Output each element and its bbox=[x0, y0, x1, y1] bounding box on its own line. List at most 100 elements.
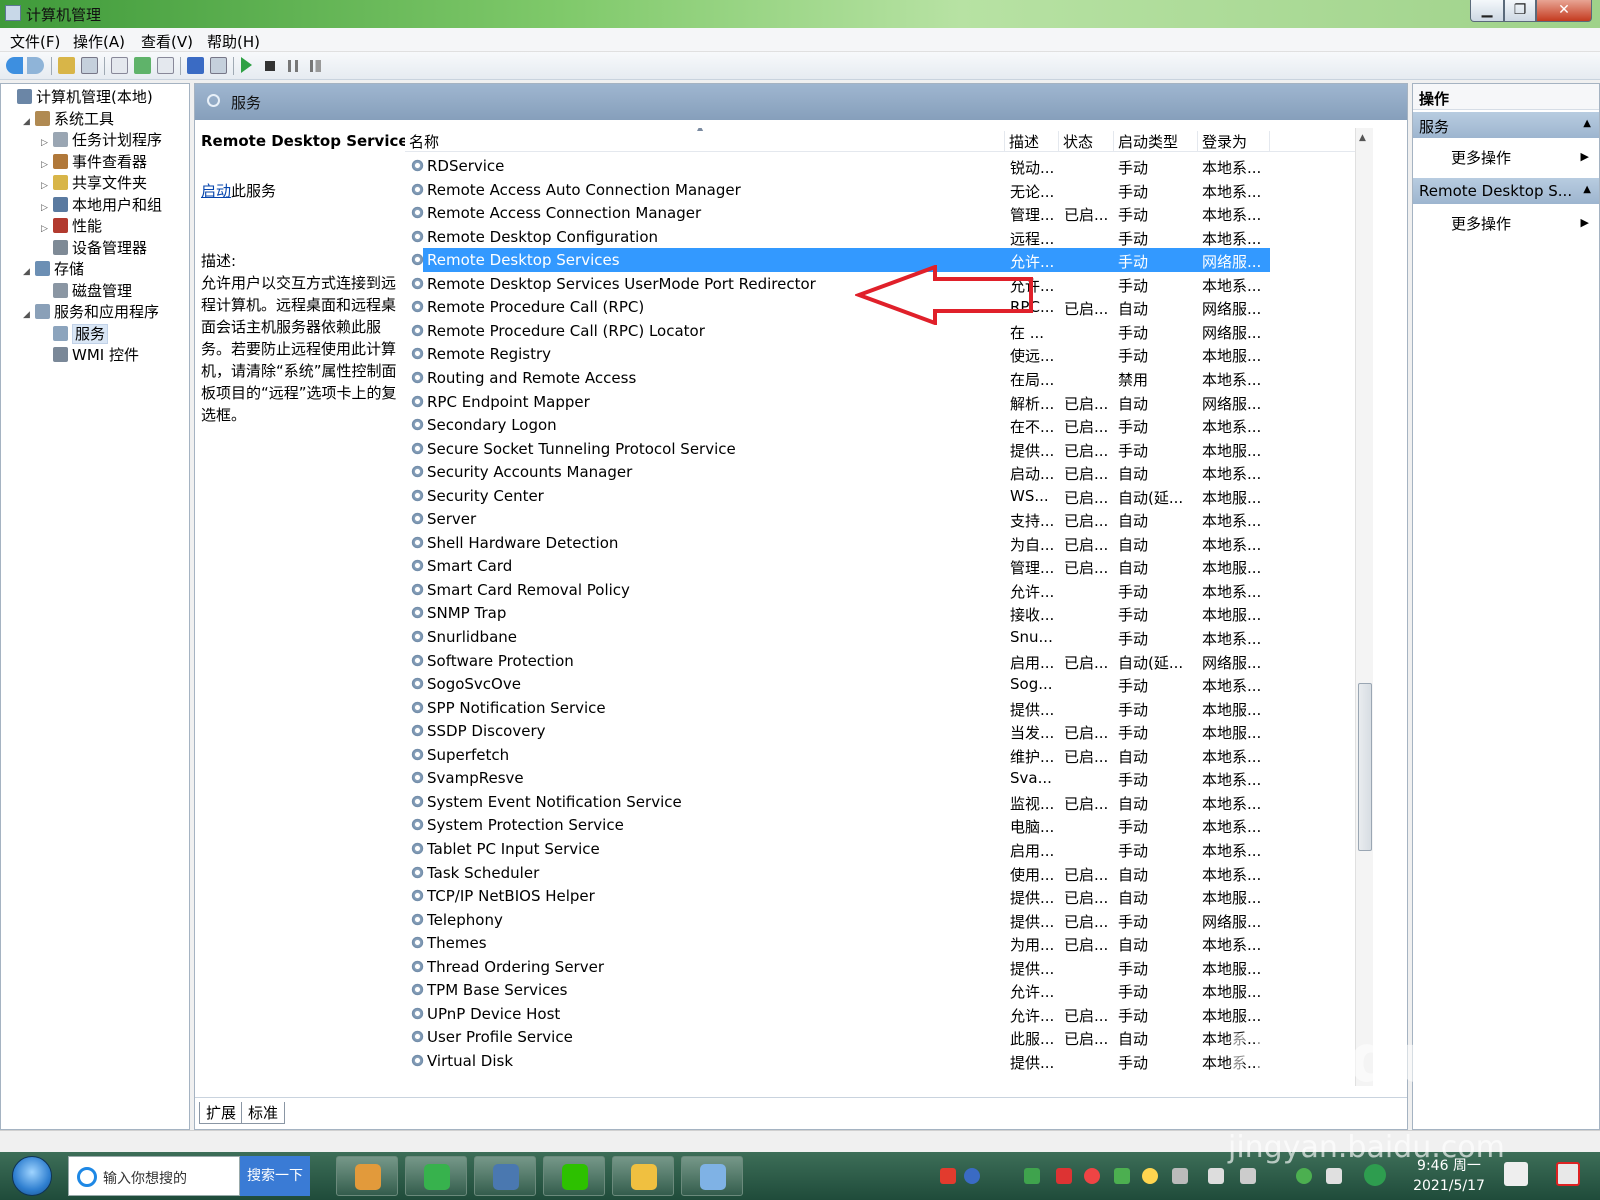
expander-icon[interactable]: ◢ bbox=[23, 267, 35, 277]
collapse-icon[interactable]: ▲ bbox=[1583, 118, 1591, 129]
back-icon[interactable] bbox=[6, 57, 23, 74]
table-row[interactable]: Software Protection 启用... 已启... 自动(延... 网络服.… bbox=[405, 649, 1355, 673]
pause-service-icon[interactable] bbox=[288, 60, 298, 72]
more-actions-selected-service[interactable]: 更多操作 bbox=[1451, 213, 1511, 234]
tree-node-4[interactable]: ▷ 共享文件夹 bbox=[41, 172, 147, 194]
network-icon[interactable] bbox=[1172, 1168, 1188, 1184]
wechat-app[interactable] bbox=[543, 1156, 605, 1196]
table-row[interactable]: Remote Access Connection Manager 管理... 已启.… bbox=[405, 201, 1355, 225]
menu-action[interactable]: 操作(A) bbox=[73, 31, 125, 52]
table-row[interactable]: Telephony 提供... 已启... 手动 网络服... bbox=[405, 908, 1355, 932]
up-folder-icon[interactable] bbox=[58, 57, 75, 74]
vertical-scrollbar[interactable]: ▲ bbox=[1355, 128, 1373, 1086]
display-icon[interactable] bbox=[1240, 1168, 1256, 1184]
table-row[interactable]: SvampResve Sva... 手动 本地系... bbox=[405, 766, 1355, 790]
taskbar-search-box[interactable]: 输入你想搜的 bbox=[68, 1156, 240, 1196]
help-tray-icon[interactable] bbox=[964, 1168, 980, 1184]
notepad-app[interactable] bbox=[681, 1156, 743, 1196]
security-icon[interactable] bbox=[1084, 1168, 1100, 1184]
table-row[interactable]: Shell Hardware Detection 为自... 已启... 自动 本地系.… bbox=[405, 531, 1355, 555]
stop-service-icon[interactable] bbox=[265, 61, 275, 71]
table-row[interactable]: TCP/IP NetBIOS Helper 提供... 已启... 自动 本地服... bbox=[405, 884, 1355, 908]
scroll-up-icon[interactable]: ▲ bbox=[1359, 133, 1366, 143]
table-row[interactable]: System Event Notification Service 监视... 已启… bbox=[405, 790, 1355, 814]
forward-icon[interactable] bbox=[27, 57, 44, 74]
game-icon[interactable] bbox=[1142, 1168, 1158, 1184]
table-row[interactable]: RPC Endpoint Mapper 解析... 已启... 自动 网络服... bbox=[405, 390, 1355, 414]
table-row[interactable]: Secondary Logon 在不... 已启... 手动 本地系... bbox=[405, 413, 1355, 437]
export-list-icon[interactable] bbox=[157, 57, 174, 74]
column-name[interactable]: 名称 bbox=[405, 131, 1005, 152]
performance-badge-icon[interactable] bbox=[1364, 1164, 1386, 1186]
sogou-icon[interactable] bbox=[940, 1168, 956, 1184]
tree-node-6[interactable]: ▷ 性能 bbox=[41, 215, 102, 237]
tree-node-12[interactable]: WMI 控件 bbox=[41, 344, 139, 366]
table-row[interactable]: Remote Registry 使远... 手动 本地服... bbox=[405, 342, 1355, 366]
table-row[interactable]: Thread Ordering Server 提供... 手动 本地服... bbox=[405, 955, 1355, 979]
tree-node-5[interactable]: ▷ 本地用户和组 bbox=[41, 194, 162, 216]
paint-app[interactable] bbox=[336, 1156, 398, 1196]
table-row[interactable]: SogoSvcOve Sog... 手动 本地系... bbox=[405, 672, 1355, 696]
table-row[interactable]: Virtual Disk 提供... 手动 本地系... bbox=[405, 1049, 1355, 1073]
show-action-pane-icon[interactable] bbox=[210, 57, 227, 74]
expander-icon[interactable]: ▷ bbox=[41, 181, 53, 191]
scrollbar-thumb[interactable] bbox=[1358, 683, 1372, 851]
table-row[interactable]: SSDP Discovery 当发... 已启... 手动 本地服... bbox=[405, 719, 1355, 743]
maximize-button[interactable]: ❐ bbox=[1504, 0, 1536, 22]
table-row[interactable]: Security Accounts Manager 启动... 已启... 自动 本地系… bbox=[405, 460, 1355, 484]
minimize-button[interactable]: ▁ bbox=[1470, 0, 1504, 22]
tree-node-3[interactable]: ▷ 事件查看器 bbox=[41, 151, 147, 173]
column-status[interactable]: 状态 bbox=[1059, 131, 1114, 152]
shield-icon[interactable] bbox=[1114, 1168, 1130, 1184]
table-row[interactable]: Secure Socket Tunneling Protocol Service… bbox=[405, 437, 1355, 461]
tree-node-10[interactable]: ◢ 服务和应用程序 bbox=[23, 301, 159, 323]
table-row[interactable]: Themes 为用... 已启... 自动 本地系... bbox=[405, 931, 1355, 955]
tree-node-0[interactable]: 计算机管理(本地) bbox=[5, 86, 153, 108]
table-row[interactable]: Task Scheduler 使用... 已启... 自动 本地系... bbox=[405, 861, 1355, 885]
table-row[interactable]: Tablet PC Input Service 启用... 手动 本地系... bbox=[405, 837, 1355, 861]
restart-service-icon[interactable] bbox=[310, 60, 321, 72]
actions-section-selected-service[interactable]: Remote Desktop S... ▲ bbox=[1413, 178, 1599, 204]
start-button[interactable] bbox=[12, 1156, 52, 1196]
table-row[interactable]: Superfetch 维护... 已启... 自动 本地系... bbox=[405, 743, 1355, 767]
tab-extended[interactable]: 扩展 bbox=[199, 1102, 244, 1124]
tree-node-7[interactable]: 设备管理器 bbox=[41, 237, 147, 259]
taskbar-search-button[interactable]: 搜索一下 bbox=[240, 1156, 310, 1196]
green-status-icon[interactable] bbox=[1296, 1168, 1312, 1184]
table-row[interactable]: Remote Access Auto Connection Manager 无论.… bbox=[405, 178, 1355, 202]
wps-icon[interactable] bbox=[1056, 1168, 1072, 1184]
expander-icon[interactable]: ◢ bbox=[23, 117, 35, 127]
help-icon[interactable] bbox=[187, 57, 204, 74]
table-row[interactable]: Routing and Remote Access 在局... 禁用 本地系... bbox=[405, 366, 1355, 390]
collapse-icon[interactable]: ▲ bbox=[1583, 184, 1591, 195]
expander-icon[interactable]: ◢ bbox=[23, 310, 35, 320]
table-row[interactable]: SPP Notification Service 提供... 手动 本地服... bbox=[405, 696, 1355, 720]
start-service-link[interactable]: 启动 bbox=[201, 182, 231, 200]
battery-icon[interactable] bbox=[1024, 1168, 1040, 1184]
browser-app[interactable] bbox=[405, 1156, 467, 1196]
tree-node-9[interactable]: 磁盘管理 bbox=[41, 280, 132, 302]
column-description[interactable]: 描述 bbox=[1005, 131, 1059, 152]
table-row[interactable]: UPnP Device Host 允许... 已启... 手动 本地服... bbox=[405, 1002, 1355, 1026]
notification-icon[interactable] bbox=[1504, 1162, 1528, 1186]
flag-icon[interactable] bbox=[1326, 1168, 1342, 1184]
menu-help[interactable]: 帮助(H) bbox=[207, 31, 260, 52]
more-actions-services[interactable]: 更多操作 bbox=[1451, 147, 1511, 168]
tree-node-1[interactable]: ◢ 系统工具 bbox=[23, 108, 114, 130]
actions-section-services[interactable]: 服务 ▲ bbox=[1413, 112, 1599, 138]
expander-icon[interactable]: ▷ bbox=[41, 138, 53, 148]
table-row[interactable]: Smart Card 管理... 已启... 自动 本地服... bbox=[405, 554, 1355, 578]
computer-management-app[interactable] bbox=[474, 1156, 536, 1196]
table-row[interactable]: Remote Desktop Configuration 远程... 手动 本地系..… bbox=[405, 225, 1355, 249]
explorer-app[interactable] bbox=[612, 1156, 674, 1196]
table-row[interactable]: Smart Card Removal Policy 允许... 手动 本地系... bbox=[405, 578, 1355, 602]
table-row[interactable]: TPM Base Services 允许... 手动 本地服... bbox=[405, 978, 1355, 1002]
table-row[interactable]: Server 支持... 已启... 自动 本地系... bbox=[405, 507, 1355, 531]
tree-node-8[interactable]: ◢ 存储 bbox=[23, 258, 84, 280]
volume-muted-icon[interactable] bbox=[1208, 1168, 1224, 1184]
expander-icon[interactable]: ▷ bbox=[41, 203, 53, 213]
tab-standard[interactable]: 标准 bbox=[241, 1102, 286, 1124]
table-row[interactable]: User Profile Service 此服... 已启... 自动 本地系... bbox=[405, 1025, 1355, 1049]
table-row[interactable]: Snurlidbane Snu... 手动 本地系... bbox=[405, 625, 1355, 649]
table-row[interactable]: Security Center WS... 已启... 自动(延... 本地服... bbox=[405, 484, 1355, 508]
